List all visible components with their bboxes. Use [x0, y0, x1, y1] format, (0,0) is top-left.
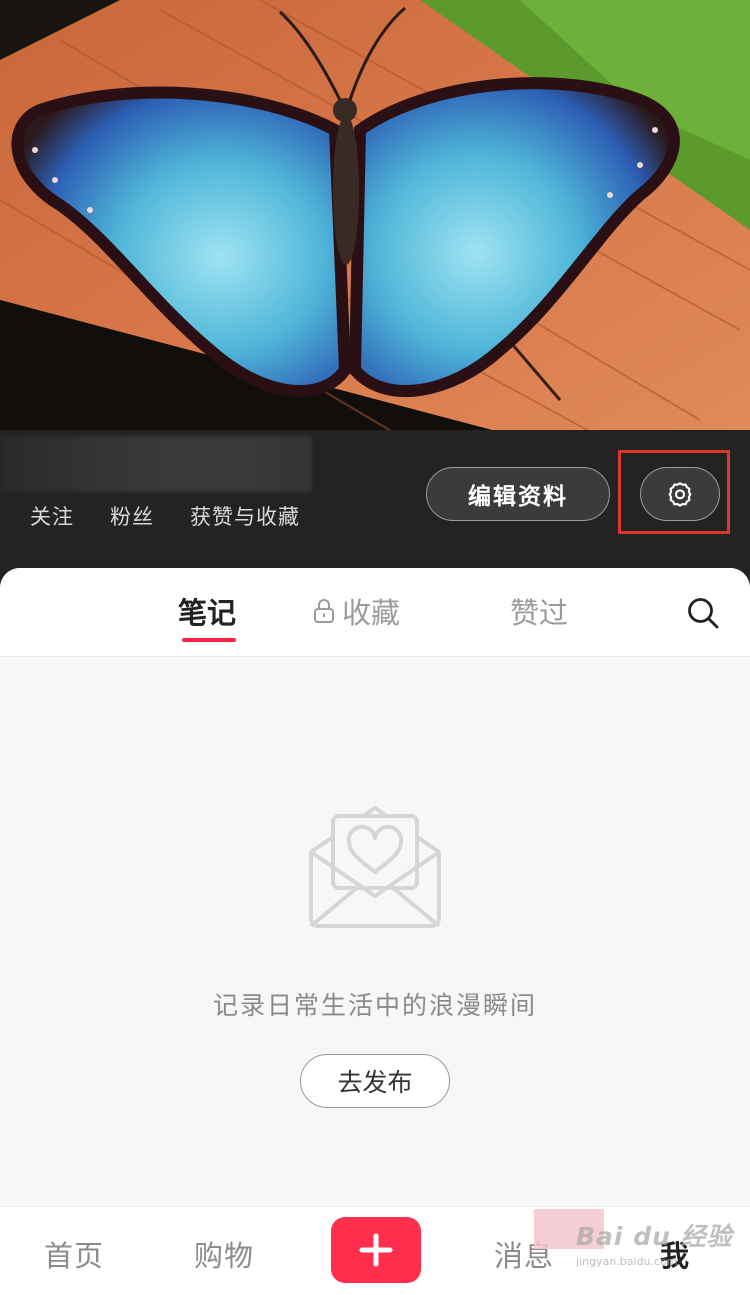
search-button[interactable]	[686, 596, 720, 634]
profile-tabs: 笔记 收藏 赞过	[0, 568, 750, 657]
tab-notes-label: 笔记	[178, 596, 237, 630]
bottom-nav: 首页 购物 消息 我 Bai du 经验 jingyan.baidu.com	[0, 1206, 750, 1295]
create-post-button[interactable]	[331, 1217, 421, 1283]
watermark-sub: jingyan.baidu.com	[576, 1255, 678, 1268]
tab-collections-label: 收藏	[342, 596, 401, 630]
tab-liked-label: 赞过	[510, 596, 569, 630]
edit-profile-button[interactable]: 编辑资料	[426, 467, 610, 521]
nav-home[interactable]: 首页	[44, 1233, 104, 1275]
tab-notes[interactable]: 笔记	[178, 590, 236, 632]
annotation-highlight-box	[618, 450, 730, 534]
nav-shop[interactable]: 购物	[194, 1233, 254, 1275]
stat-following[interactable]: 关注	[30, 501, 74, 531]
tab-collections[interactable]: 收藏	[312, 590, 400, 632]
publish-button[interactable]: 去发布	[300, 1054, 450, 1108]
blurred-username	[0, 436, 312, 492]
profile-cover-image	[0, 0, 750, 448]
search-icon	[688, 598, 719, 629]
lock-icon	[314, 599, 334, 623]
watermark-main: Bai du 经验	[576, 1222, 733, 1251]
tab-liked[interactable]: 赞过	[510, 590, 568, 632]
profile-stats: 关注 粉丝 获赞与收藏	[30, 500, 300, 532]
plus-icon	[359, 1233, 393, 1267]
stat-followers[interactable]: 粉丝	[110, 501, 154, 531]
tab-active-indicator	[182, 638, 236, 642]
envelope-heart-icon	[303, 796, 447, 936]
stat-likes-collections[interactable]: 获赞与收藏	[190, 501, 300, 531]
empty-state-text: 记录日常生活中的浪漫瞬间	[212, 991, 537, 1020]
content-card: 笔记 收藏 赞过 记录日常生活中的浪漫瞬间 去发布	[0, 568, 750, 1208]
baidu-watermark: Bai du 经验 jingyan.baidu.com	[576, 1217, 733, 1268]
